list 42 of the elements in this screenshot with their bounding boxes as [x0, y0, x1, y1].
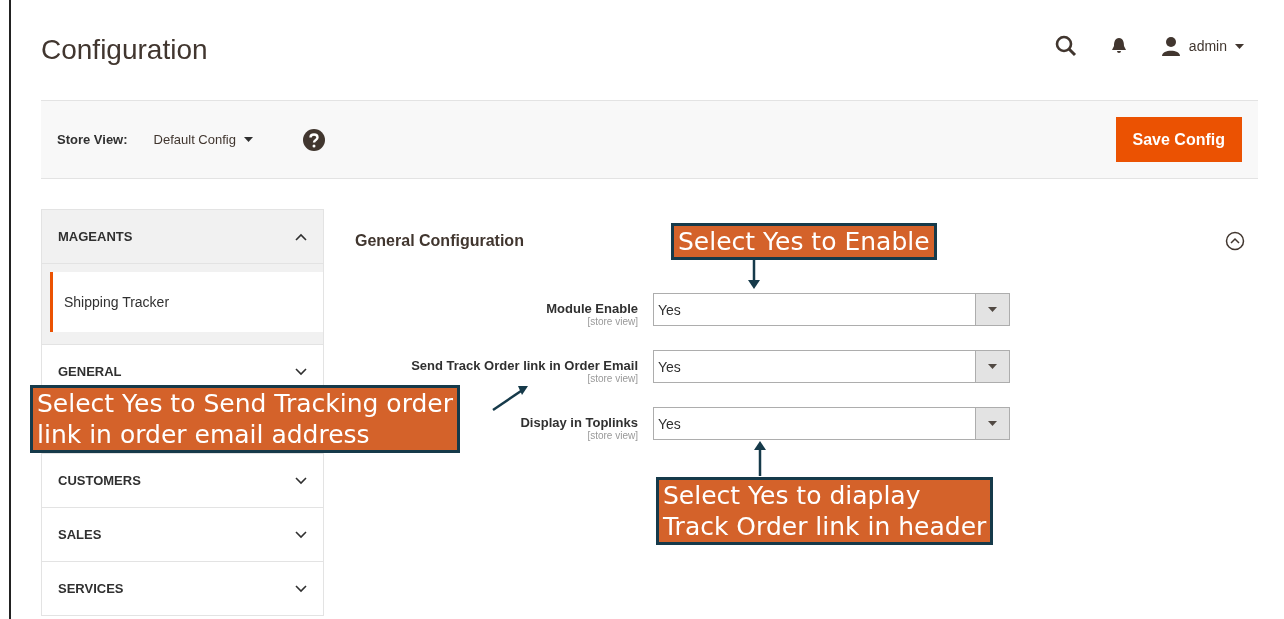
chevron-down-icon [295, 584, 307, 593]
annotation-tooltip: Select Yes to diaplay Track Order link in header [656, 477, 994, 545]
user-menu-button[interactable]: admin [1160, 36, 1244, 56]
store-view-label: Store View: [57, 132, 128, 147]
chevron-down-icon [295, 367, 307, 376]
annotation-tooltip: Select Yes to Send Tracking order link in order email address [30, 385, 460, 453]
chevron-up-icon [295, 232, 307, 241]
chevron-down-icon [295, 530, 307, 539]
sidebar-section[interactable]: CUSTOMERS [42, 453, 323, 507]
field-label: Module Enable [546, 301, 638, 316]
sidebar-section[interactable]: SERVICES [42, 561, 323, 615]
user-icon [1160, 36, 1181, 56]
save-config-button[interactable]: Save Config [1115, 117, 1242, 162]
help-icon[interactable] [302, 128, 325, 151]
annotation-tooltip: Select Yes to Enable [671, 223, 937, 260]
field-label: Send Track Order link in Order Email [411, 358, 638, 373]
section-title: General Configuration [355, 232, 524, 250]
caret-icon [988, 421, 997, 426]
caret-icon [1235, 43, 1244, 49]
select-field[interactable]: Yes [653, 407, 1010, 440]
annotation-arrow [492, 386, 528, 412]
select-field[interactable]: Yes [653, 350, 1010, 383]
sidebar-item[interactable]: Shipping Tracker [50, 272, 323, 332]
caret-icon [988, 364, 997, 369]
collapse-icon[interactable] [1225, 231, 1245, 251]
caret-icon [243, 137, 253, 142]
sidebar-section[interactable]: SALES [42, 507, 323, 561]
store-view-dropdown[interactable]: Default Config [153, 132, 253, 147]
scope-note: [store view] [587, 316, 638, 327]
chevron-down-icon [295, 476, 307, 485]
bell-icon [1110, 37, 1127, 55]
select-field[interactable]: Yes [653, 293, 1010, 326]
notifications-button[interactable] [1110, 37, 1127, 55]
search-icon [1054, 35, 1077, 57]
search-button[interactable] [1054, 35, 1077, 57]
field-label: Display in Toplinks [520, 415, 638, 430]
scope-note: [store view] [587, 373, 638, 384]
annotation-arrow [748, 257, 760, 289]
caret-icon [988, 307, 997, 312]
annotation-arrow [754, 441, 766, 476]
page-title: Configuration [41, 34, 208, 66]
scope-note: [store view] [587, 430, 638, 441]
